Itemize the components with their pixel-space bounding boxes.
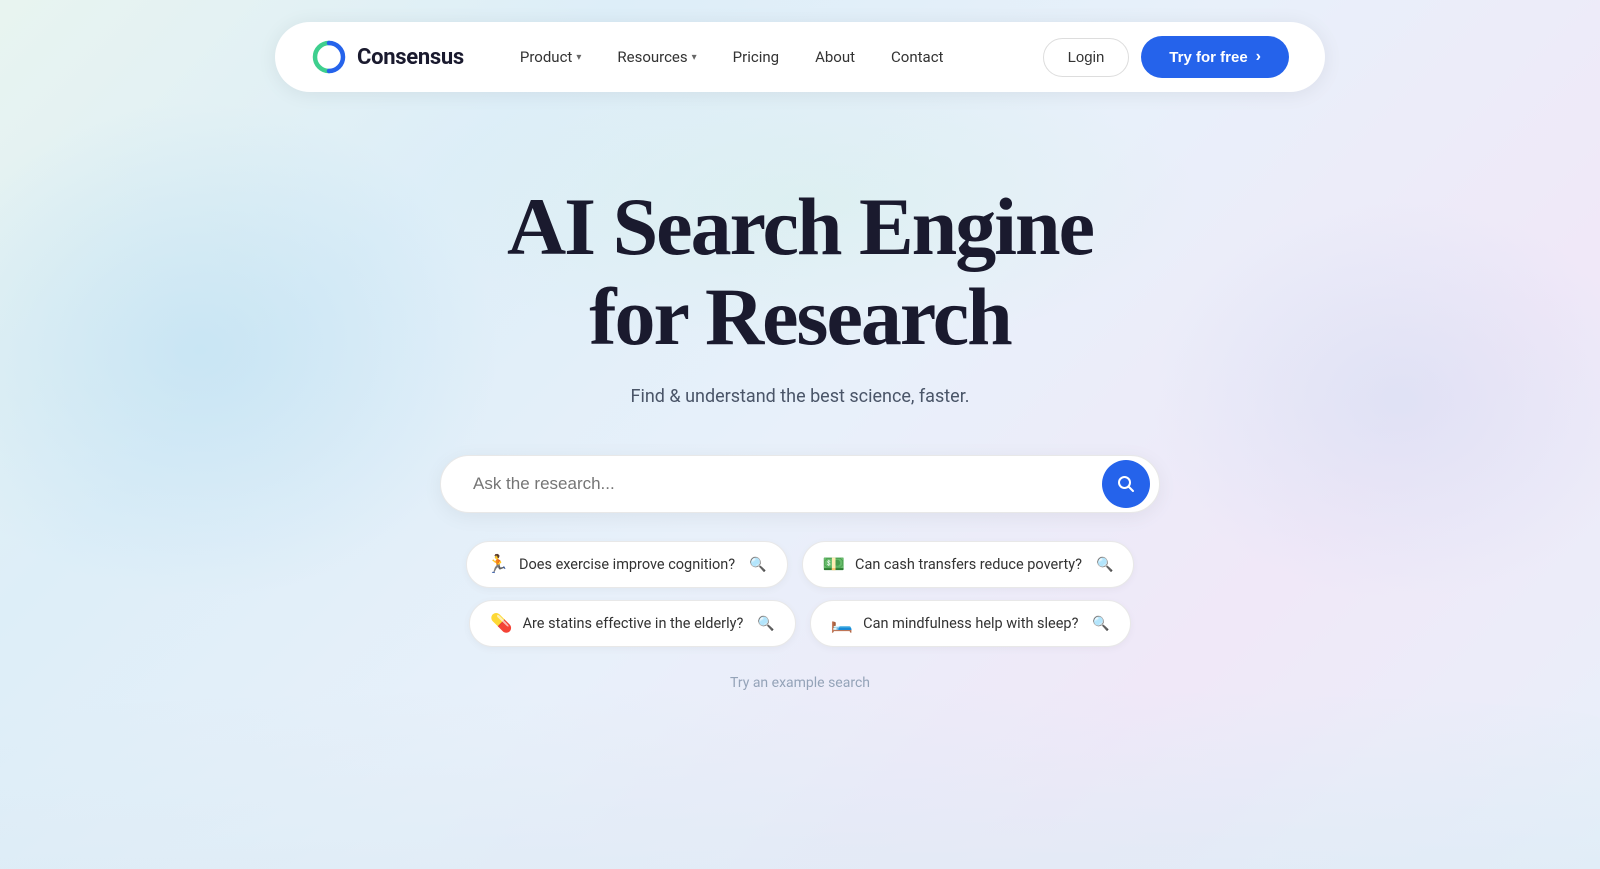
chip-cash-emoji: 💵 bbox=[823, 554, 845, 575]
chips-row-2: 💊 Are statins effective in the elderly? … bbox=[469, 600, 1131, 647]
try-example-label: Try an example search bbox=[730, 675, 870, 691]
try-label: Try for free bbox=[1169, 49, 1247, 66]
chip-statins-text: Are statins effective in the elderly? bbox=[523, 615, 744, 632]
page-wrapper: Consensus Product ▾ Resources ▾ Pricing … bbox=[0, 0, 1600, 869]
login-button[interactable]: Login bbox=[1043, 38, 1130, 77]
chip-statins-emoji: 💊 bbox=[490, 613, 512, 634]
hero-section: AI Search Engine for Research Find & und… bbox=[507, 182, 1093, 407]
nav-pricing-label: Pricing bbox=[733, 48, 779, 66]
hero-title-line1: AI Search Engine bbox=[507, 181, 1093, 272]
chip-cash-transfers[interactable]: 💵 Can cash transfers reduce poverty? 🔍 bbox=[802, 541, 1135, 588]
search-input[interactable] bbox=[440, 455, 1160, 513]
chip-mindfulness-emoji: 🛏️ bbox=[831, 613, 853, 634]
search-icon bbox=[1116, 474, 1136, 494]
logo-link[interactable]: Consensus bbox=[311, 39, 464, 75]
try-arrow-icon: › bbox=[1256, 48, 1261, 66]
nav-contact-label: Contact bbox=[891, 48, 943, 66]
chip-mindfulness-text: Can mindfulness help with sleep? bbox=[863, 615, 1078, 632]
search-container bbox=[440, 455, 1160, 513]
try-for-free-button[interactable]: Try for free › bbox=[1141, 36, 1289, 78]
nav-links: Product ▾ Resources ▾ Pricing About Cont… bbox=[504, 40, 1043, 74]
hero-title-line2: for Research bbox=[589, 271, 1011, 362]
navbar: Consensus Product ▾ Resources ▾ Pricing … bbox=[275, 22, 1325, 92]
chip-cash-search-icon: 🔍 bbox=[1096, 557, 1113, 573]
nav-item-resources[interactable]: Resources ▾ bbox=[601, 40, 712, 74]
nav-item-contact[interactable]: Contact bbox=[875, 40, 959, 74]
chip-statins-search-icon: 🔍 bbox=[757, 616, 774, 632]
nav-product-chevron: ▾ bbox=[576, 52, 581, 63]
chip-exercise-text: Does exercise improve cognition? bbox=[519, 556, 735, 573]
logo-text: Consensus bbox=[357, 45, 464, 70]
chips-row-1: 🏃 Does exercise improve cognition? 🔍 💵 C… bbox=[466, 541, 1135, 588]
nav-item-pricing[interactable]: Pricing bbox=[717, 40, 795, 74]
chip-statins[interactable]: 💊 Are statins effective in the elderly? … bbox=[469, 600, 796, 647]
hero-subtitle: Find & understand the best science, fast… bbox=[631, 386, 970, 407]
chip-exercise-emoji: 🏃 bbox=[487, 554, 509, 575]
chip-exercise[interactable]: 🏃 Does exercise improve cognition? 🔍 bbox=[466, 541, 788, 588]
chip-cash-text: Can cash transfers reduce poverty? bbox=[855, 556, 1082, 573]
nav-product-label: Product bbox=[520, 48, 572, 66]
hero-title: AI Search Engine for Research bbox=[507, 182, 1093, 362]
nav-actions: Login Try for free › bbox=[1043, 36, 1289, 78]
search-button[interactable] bbox=[1102, 460, 1150, 508]
nav-about-label: About bbox=[815, 48, 855, 66]
chip-mindfulness-search-icon: 🔍 bbox=[1092, 616, 1109, 632]
chip-mindfulness[interactable]: 🛏️ Can mindfulness help with sleep? 🔍 bbox=[810, 600, 1131, 647]
logo-icon bbox=[311, 39, 347, 75]
nav-resources-label: Resources bbox=[617, 48, 687, 66]
chip-exercise-search-icon: 🔍 bbox=[749, 557, 766, 573]
chips-wrapper: 🏃 Does exercise improve cognition? 🔍 💵 C… bbox=[430, 541, 1170, 691]
nav-item-product[interactable]: Product ▾ bbox=[504, 40, 597, 74]
nav-item-about[interactable]: About bbox=[799, 40, 871, 74]
nav-resources-chevron: ▾ bbox=[692, 52, 697, 63]
